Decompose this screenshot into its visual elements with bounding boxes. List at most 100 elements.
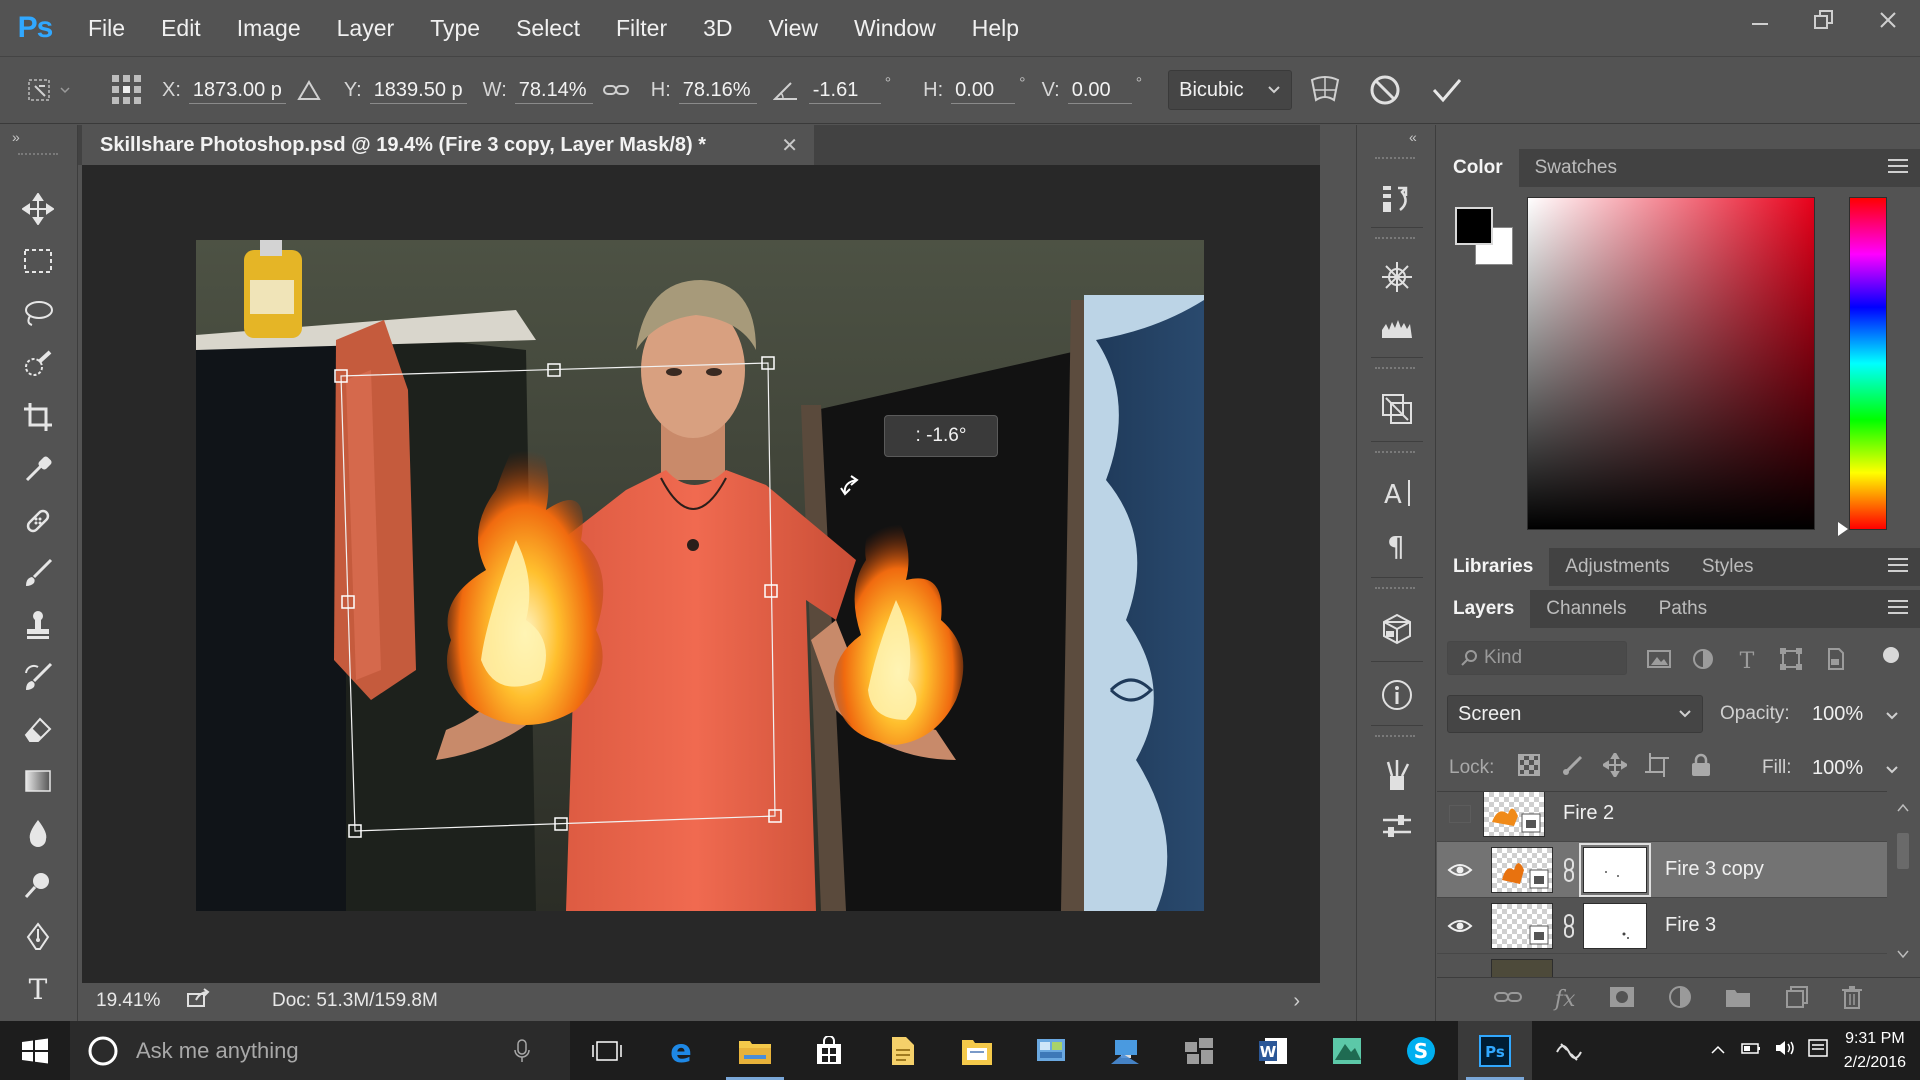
tab-libraries[interactable]: Libraries xyxy=(1437,548,1550,586)
type-tool-icon[interactable]: T xyxy=(16,967,60,1011)
layer-mask-thumbnail[interactable] xyxy=(1579,842,1651,897)
commit-transform-icon[interactable] xyxy=(1430,73,1464,107)
history-brush-tool-icon[interactable] xyxy=(16,655,60,699)
volume-icon[interactable] xyxy=(1774,1039,1796,1062)
filter-type-icon[interactable]: T xyxy=(1733,645,1761,673)
layers-panel-menu-icon[interactable] xyxy=(1888,600,1908,614)
minimize-icon[interactable] xyxy=(1728,0,1792,40)
layer-row-selected[interactable]: Fire 3 copy xyxy=(1437,842,1887,898)
layer-row[interactable]: Fire 2 xyxy=(1437,792,1887,842)
dock-grip[interactable] xyxy=(1375,735,1415,741)
document-image[interactable]: : -1.6° xyxy=(196,240,1204,911)
menu-file[interactable]: File xyxy=(70,0,143,56)
lock-transparent-icon[interactable] xyxy=(1517,753,1541,782)
status-menu-arrow-icon[interactable]: › xyxy=(1293,990,1300,1013)
fill-value[interactable]: 100% xyxy=(1812,757,1863,780)
menu-filter[interactable]: Filter xyxy=(598,0,685,56)
histogram-panel-icon[interactable] xyxy=(1375,305,1419,349)
filter-shape-icon[interactable] xyxy=(1777,645,1805,673)
new-adjustment-icon[interactable] xyxy=(1668,985,1692,1014)
edge-browser-icon[interactable]: e xyxy=(644,1021,718,1080)
menu-help[interactable]: Help xyxy=(954,0,1037,56)
foreground-color-swatch[interactable] xyxy=(1455,207,1493,245)
menu-image[interactable]: Image xyxy=(219,0,319,56)
x-field[interactable]: 1873.00 p xyxy=(188,76,286,104)
warp-mode-icon[interactable] xyxy=(1308,73,1342,107)
rotate-angle-field[interactable]: -1.61 xyxy=(808,76,881,104)
clone-source-panel-icon[interactable] xyxy=(1375,387,1419,431)
info-panel-icon[interactable] xyxy=(1375,673,1419,717)
brush-tool-icon[interactable] xyxy=(16,551,60,595)
file-explorer-icon[interactable] xyxy=(718,1021,792,1080)
menu-select[interactable]: Select xyxy=(498,0,598,56)
lock-position-icon[interactable] xyxy=(1601,751,1629,782)
document-tab[interactable]: Skillshare Photoshop.psd @ 19.4% (Fire 3… xyxy=(82,125,814,165)
layer-visibility-toggle[interactable] xyxy=(1437,804,1483,823)
layer-filter-kind[interactable]: Kind xyxy=(1447,641,1627,675)
eye-icon[interactable] xyxy=(1437,918,1483,934)
navigator-panel-icon[interactable] xyxy=(1375,255,1419,299)
paragraph-panel-icon[interactable]: ¶ xyxy=(1375,523,1419,567)
dodge-tool-icon[interactable] xyxy=(16,863,60,907)
close-document-icon[interactable]: ✕ xyxy=(781,133,798,158)
task-view-icon[interactable] xyxy=(570,1021,644,1080)
filter-adjustment-icon[interactable] xyxy=(1689,645,1717,673)
healing-brush-tool-icon[interactable] xyxy=(16,499,60,543)
move-tool-icon[interactable] xyxy=(16,187,60,231)
photoshop-taskbar-icon[interactable]: Ps xyxy=(1458,1021,1532,1080)
quick-selection-tool-icon[interactable] xyxy=(16,343,60,387)
pen-tool-icon[interactable] xyxy=(16,915,60,959)
maps-app-icon[interactable] xyxy=(1310,1021,1384,1080)
filter-toggle-icon[interactable] xyxy=(1883,647,1899,663)
menu-view[interactable]: View xyxy=(751,0,836,56)
layers-scrollbar[interactable] xyxy=(1894,791,1912,977)
opacity-chevron-icon[interactable] xyxy=(1885,711,1899,721)
show-hidden-icons-icon[interactable] xyxy=(1710,1042,1726,1060)
canvas-area[interactable]: : -1.6° xyxy=(82,165,1320,983)
microphone-icon[interactable] xyxy=(514,1038,530,1063)
menu-layer[interactable]: Layer xyxy=(319,0,413,56)
hue-slider[interactable] xyxy=(1849,197,1887,530)
filter-pixel-icon[interactable] xyxy=(1645,645,1673,673)
fx-icon[interactable]: fx xyxy=(1555,987,1576,1012)
skew-v-field[interactable]: 0.00 xyxy=(1067,76,1132,104)
height-field[interactable]: 78.16% xyxy=(678,76,757,104)
lock-pixels-icon[interactable] xyxy=(1561,753,1585,782)
language-input-icon[interactable] xyxy=(1807,1039,1828,1062)
tab-color[interactable]: Color xyxy=(1437,149,1519,187)
tab-channels[interactable]: Channels xyxy=(1530,590,1642,628)
clone-stamp-tool-icon[interactable] xyxy=(16,603,60,647)
opacity-value[interactable]: 100% xyxy=(1812,703,1863,726)
new-layer-icon[interactable] xyxy=(1784,985,1809,1014)
crop-tool-icon[interactable] xyxy=(16,395,60,439)
share-icon[interactable] xyxy=(186,988,212,1014)
gradient-tool-icon[interactable] xyxy=(16,759,60,803)
menu-3d[interactable]: 3D xyxy=(685,0,750,56)
eyedropper-tool-icon[interactable] xyxy=(16,447,60,491)
cancel-transform-icon[interactable] xyxy=(1368,73,1402,107)
blur-tool-icon[interactable] xyxy=(16,811,60,855)
menu-type[interactable]: Type xyxy=(412,0,498,56)
menu-window[interactable]: Window xyxy=(836,0,954,56)
eraser-tool-icon[interactable] xyxy=(16,707,60,751)
tab-paths[interactable]: Paths xyxy=(1643,590,1724,628)
blend-mode-select[interactable]: Screen xyxy=(1447,695,1703,733)
layer-row[interactable]: Fire 3 xyxy=(1437,898,1887,954)
dock-grip[interactable] xyxy=(1375,367,1415,373)
mask-link-icon[interactable] xyxy=(1557,913,1581,938)
dock-grip[interactable] xyxy=(1375,451,1415,457)
windows-start-icon[interactable] xyxy=(0,1021,70,1080)
tab-swatches[interactable]: Swatches xyxy=(1519,149,1633,187)
link-aspect-icon[interactable] xyxy=(599,73,633,107)
tab-adjustments[interactable]: Adjustments xyxy=(1549,548,1686,586)
reference-point-icon[interactable] xyxy=(110,73,144,107)
menu-edit[interactable]: Edit xyxy=(143,0,219,56)
add-mask-icon[interactable] xyxy=(1609,986,1635,1013)
network-app-icon[interactable] xyxy=(1088,1021,1162,1080)
transform-tool-preset-icon[interactable] xyxy=(20,73,80,107)
brush-presets-panel-icon[interactable] xyxy=(1375,753,1419,797)
tool-presets-panel-icon[interactable] xyxy=(1375,805,1419,849)
media-app-icon[interactable] xyxy=(1532,1021,1606,1080)
character-panel-icon[interactable]: A xyxy=(1375,471,1419,515)
lock-all-icon[interactable] xyxy=(1689,753,1713,782)
